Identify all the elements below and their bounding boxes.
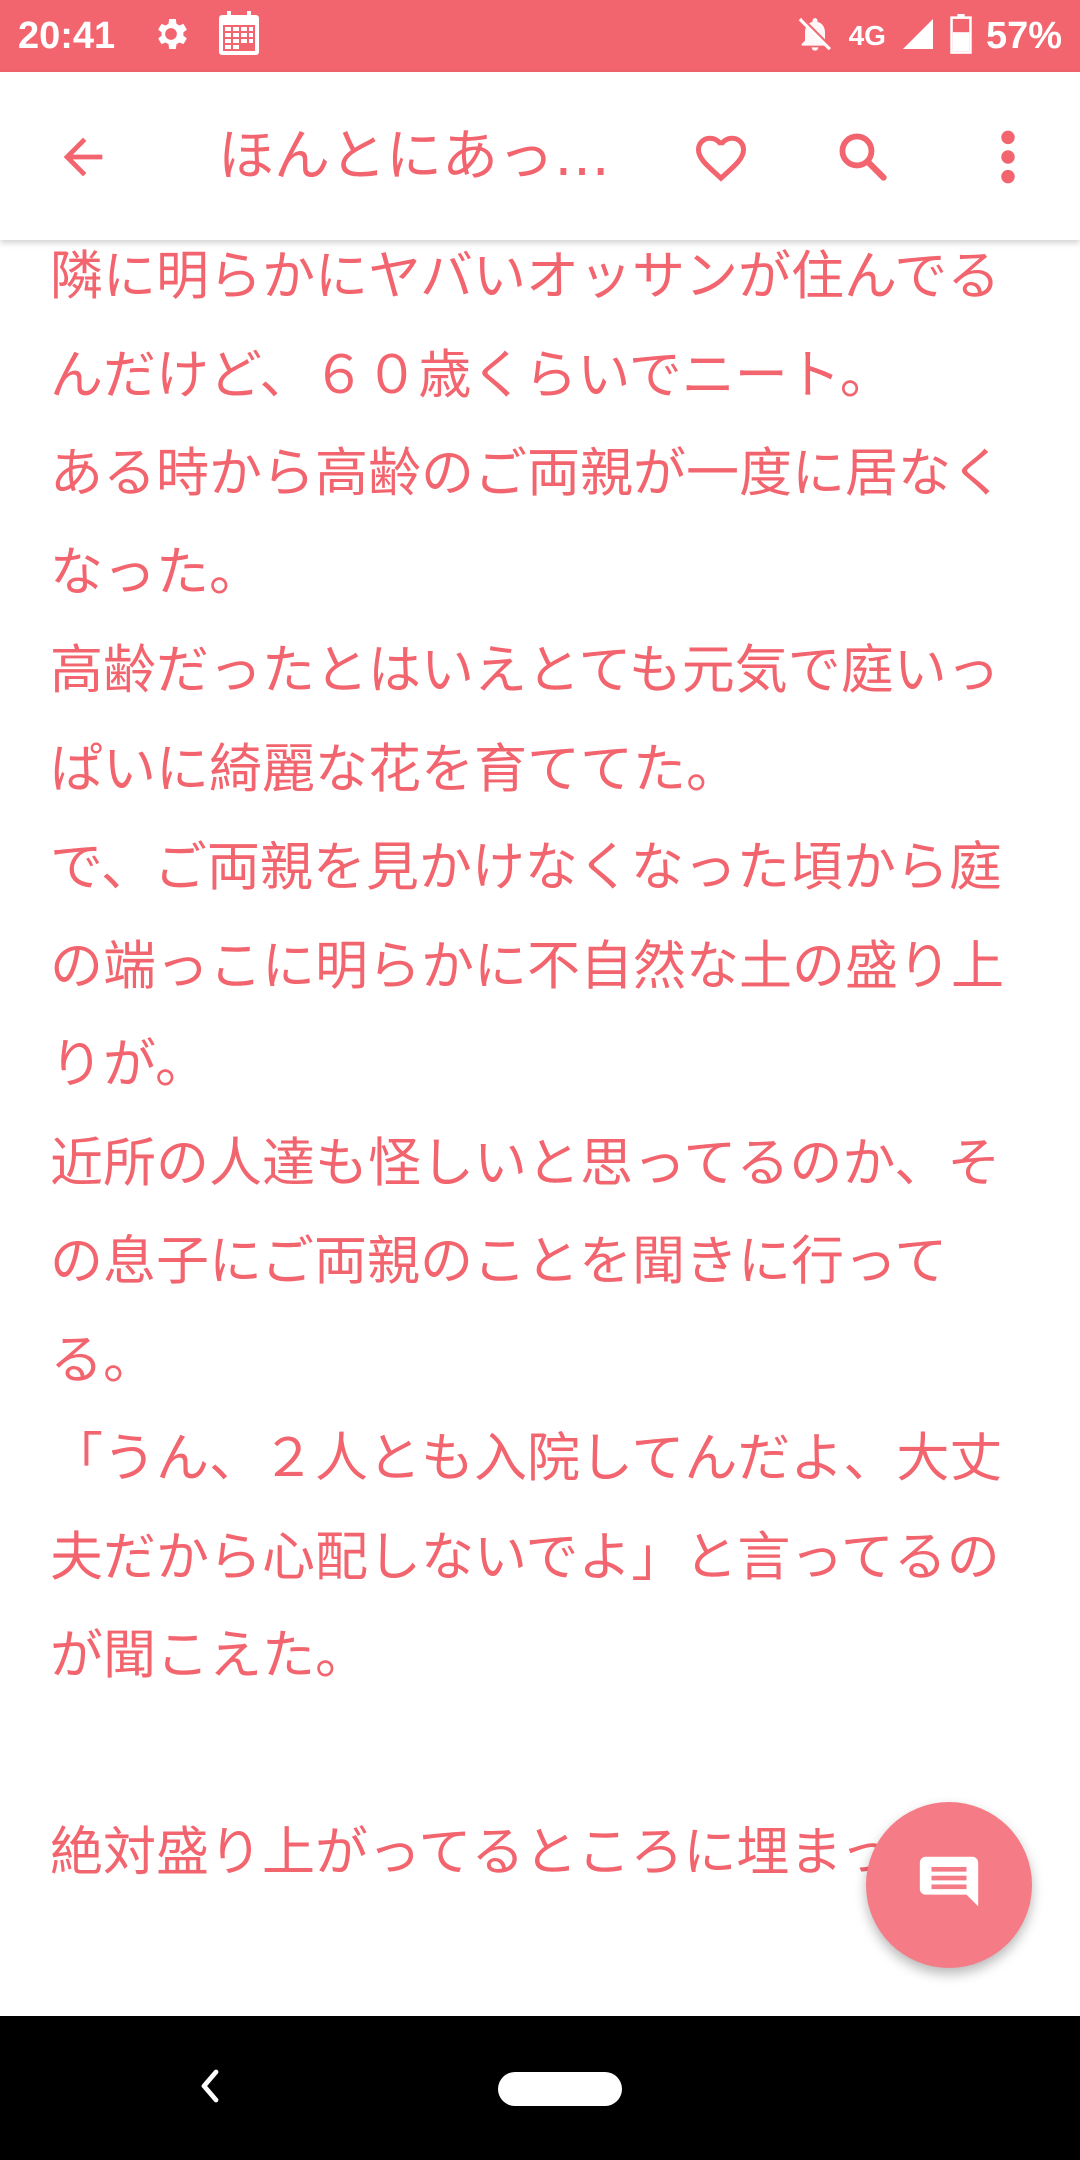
comment-icon xyxy=(914,1848,984,1922)
comment-fab[interactable] xyxy=(866,1802,1032,1968)
back-arrow-icon xyxy=(54,128,112,190)
status-time: 20:41 xyxy=(18,14,116,57)
status-bar: 20:41 4G 57% xyxy=(0,0,1080,72)
notifications-off-icon xyxy=(795,14,835,59)
system-nav-bar xyxy=(0,2016,1080,2160)
article-body[interactable]: 隣に明らかにヤバいオッサンが住んでるんだけど、６０歳くらいでニート。 ある時から… xyxy=(0,240,1080,2016)
nav-back-icon xyxy=(195,2066,225,2110)
more-vert-icon xyxy=(998,129,1018,189)
search-icon xyxy=(834,128,892,190)
favorite-button[interactable] xyxy=(678,116,764,202)
page-title: ほんとにあっ… xyxy=(218,124,610,189)
network-type: 4G xyxy=(848,20,886,51)
home-pill-icon[interactable] xyxy=(498,2072,622,2106)
signal-icon xyxy=(900,16,936,57)
back-button[interactable] xyxy=(40,116,126,202)
article-text: 隣に明らかにヤバいオッサンが住んでるんだけど、６０歳くらいでニート。 ある時から… xyxy=(50,246,1004,1883)
status-left-icons xyxy=(151,10,261,62)
settings-icon xyxy=(151,14,191,59)
more-options-button[interactable] xyxy=(965,116,1051,202)
battery-percent: 57% xyxy=(985,14,1062,57)
search-button[interactable] xyxy=(820,116,906,202)
status-right: 4G 57% xyxy=(795,13,1062,59)
battery-icon xyxy=(950,13,972,59)
heart-icon xyxy=(691,127,751,191)
nav-back-button[interactable] xyxy=(180,2056,240,2120)
app-toolbar: ほんとにあっ… xyxy=(0,72,1080,240)
calendar-icon xyxy=(217,10,261,62)
